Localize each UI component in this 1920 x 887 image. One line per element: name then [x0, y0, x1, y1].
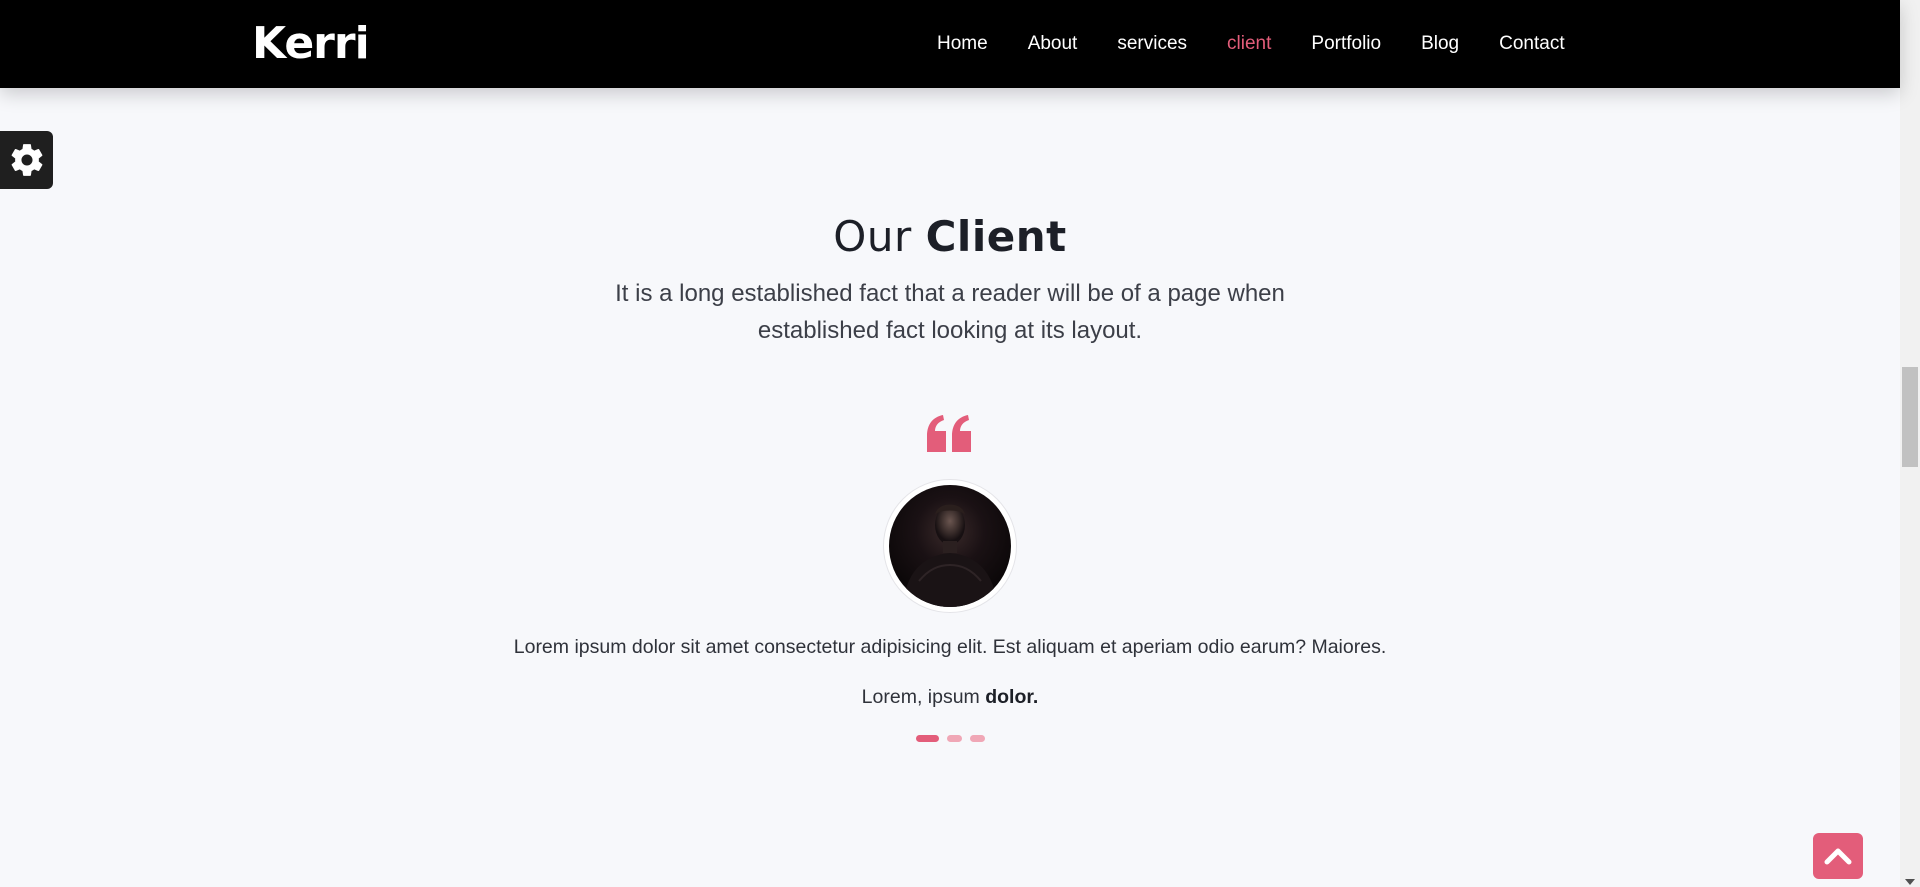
page: Kerri Home About services client Portfol… [0, 0, 1920, 887]
nav-link-services[interactable]: services [1097, 33, 1207, 55]
nav-link-portfolio[interactable]: Portfolio [1291, 33, 1401, 55]
nav-menu: Home About services client Portfolio Blo… [937, 0, 1585, 88]
carousel-dot-2[interactable] [947, 735, 962, 742]
client-silhouette [903, 504, 997, 607]
section-title: Our Client [0, 212, 1900, 261]
brand-logo[interactable]: Kerri [252, 18, 370, 69]
carousel-dot-1[interactable] [916, 735, 939, 742]
gear-icon [11, 144, 42, 176]
section-title-light: Our [833, 212, 926, 261]
scrollbar-thumb[interactable] [1902, 367, 1918, 467]
chevron-up-icon [1824, 848, 1852, 865]
scroll-down-arrow-icon[interactable] [1905, 879, 1915, 885]
client-name-bold: dolor. [985, 686, 1039, 708]
client-avatar [883, 479, 1017, 613]
navbar: Kerri Home About services client Portfol… [0, 0, 1900, 88]
nav-link-home[interactable]: Home [937, 33, 1008, 55]
carousel-dots [916, 735, 985, 742]
testimonial-text: Lorem ipsum dolor sit amet consectetur a… [513, 636, 1387, 658]
page-scrollbar[interactable] [1900, 0, 1920, 887]
nav-link-client[interactable]: client [1207, 33, 1291, 55]
section-title-bold: Client [925, 212, 1067, 261]
settings-button[interactable] [0, 131, 53, 189]
client-photo [889, 485, 1011, 607]
nav-link-contact[interactable]: Contact [1479, 33, 1584, 55]
nav-link-about[interactable]: About [1008, 33, 1098, 55]
section-subtitle: It is a long established fact that a rea… [615, 280, 1285, 344]
carousel-dot-3[interactable] [970, 735, 985, 742]
quote-left-icon [927, 415, 971, 452]
client-name: Lorem, ipsum dolor. [0, 686, 1900, 709]
back-to-top-button[interactable] [1813, 833, 1863, 879]
client-name-prefix: Lorem, ipsum [861, 686, 986, 708]
nav-link-blog[interactable]: Blog [1401, 33, 1479, 55]
